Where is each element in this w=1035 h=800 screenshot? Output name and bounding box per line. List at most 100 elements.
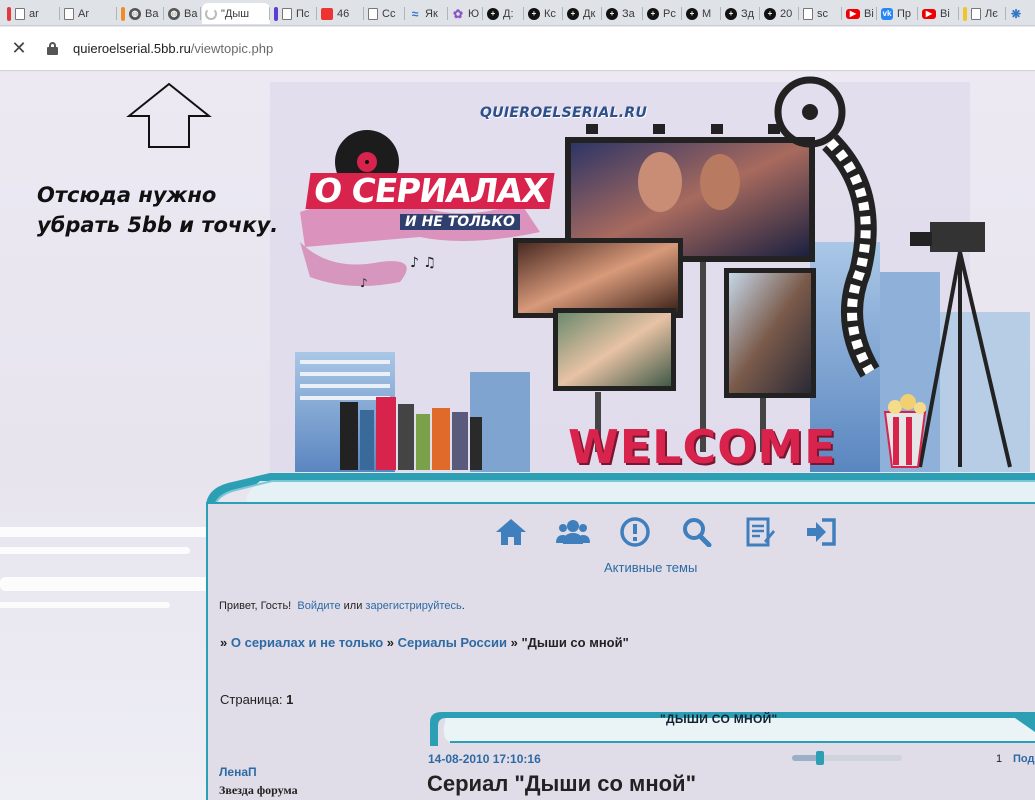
browser-tab[interactable]: Ar: [61, 3, 117, 24]
browser-tab[interactable]: ❋: [1007, 3, 1035, 24]
web-page: ♪ ♫ ♪ QUIEROELSERIAL.RU О СЕРИАЛАХ И НЕ …: [0, 72, 1035, 800]
author-rank: Звезда форума: [219, 783, 298, 797]
breadcrumb-forum-link[interactable]: О сериалах и не только: [231, 635, 383, 650]
document-icon: [64, 7, 74, 20]
background-streak: [0, 577, 215, 591]
browser-tab[interactable]: Пс: [271, 3, 317, 24]
globe-icon: ◍: [129, 7, 141, 20]
browser-tab[interactable]: Лє: [960, 3, 1006, 24]
document-icon: [971, 7, 981, 20]
register-icon[interactable]: [728, 516, 790, 548]
tab-separator: [642, 7, 643, 20]
tab-separator: [562, 7, 563, 20]
tab-label: Сс: [382, 7, 396, 20]
url-field[interactable]: quieroelserial.5bb.ru/viewtopic.php: [73, 41, 273, 56]
browser-tab[interactable]: + Дк: [564, 3, 602, 24]
tab-separator: [363, 7, 364, 20]
browser-tab[interactable]: +20: [761, 3, 799, 24]
browser-tab[interactable]: sc: [800, 3, 842, 24]
post-rating-slider[interactable]: [792, 751, 902, 765]
browser-tab[interactable]: ≈ Як: [406, 3, 448, 24]
youtube-icon: ▶: [846, 8, 860, 19]
site-name: QUIEROELSERIAL.RU: [480, 105, 648, 121]
home-icon[interactable]: [480, 516, 542, 548]
login-link[interactable]: Войдите: [297, 600, 340, 612]
tab-separator: [798, 7, 799, 20]
snowflake-icon: ❋: [1010, 6, 1022, 21]
site-logo-subtitle: И НЕ ТОЛЬКО: [400, 214, 520, 230]
tab-label: М: [702, 7, 712, 20]
tab-label: "Дыш: [221, 7, 250, 20]
breadcrumb-section-link[interactable]: Сериалы России: [398, 635, 507, 650]
browser-tab[interactable]: + За: [603, 3, 643, 24]
pagination-label: Страница:: [220, 692, 283, 707]
browser-tab[interactable]: "Дыш: [202, 3, 270, 24]
tab-label: Лє: [985, 7, 998, 20]
login-icon[interactable]: [790, 516, 852, 548]
document-icon: [368, 7, 378, 20]
site-logo[interactable]: О СЕРИАЛАХ: [305, 171, 555, 210]
tab-separator: [759, 7, 760, 20]
tab-label: 20: [780, 7, 793, 20]
tab-separator: [1005, 7, 1006, 20]
tab-separator: [316, 7, 317, 20]
browser-tab[interactable]: + Кс: [525, 3, 563, 24]
browser-tab[interactable]: ◍ Ba: [118, 3, 164, 24]
post-more-link[interactable]: Под: [1013, 753, 1034, 765]
active-topics-link[interactable]: Активные темы: [604, 560, 697, 575]
browser-tab[interactable]: ◍ Ba: [165, 3, 201, 24]
stop-loading-icon[interactable]: ✕: [10, 39, 28, 57]
breadcrumb: » О сериалах и не только » Сериалы Росси…: [220, 635, 629, 650]
browser-tab[interactable]: + М: [683, 3, 721, 24]
post-date-link[interactable]: 14-08-2010 17:10:16: [428, 752, 541, 766]
tab-label: Як: [425, 7, 438, 20]
browser-tab[interactable]: + Д:: [484, 3, 524, 24]
post-heading: Сериал "Дыши со мной": [427, 771, 697, 796]
plus-circle-icon: +: [725, 7, 737, 20]
tab-group-color: [963, 6, 967, 21]
tab-label: Ba: [145, 7, 159, 20]
browser-tab[interactable]: + Зд: [722, 3, 760, 24]
browser-tab[interactable]: ar: [4, 3, 60, 24]
plus-circle-icon: +: [567, 7, 579, 20]
browser-tab[interactable]: ▶ Ві: [843, 3, 877, 24]
document-icon: [803, 7, 813, 20]
url-domain: quieroelserial.5bb.ru: [73, 41, 191, 56]
browser-tab[interactable]: ▶ Ві: [919, 3, 959, 24]
tab-label: Ю: [468, 7, 480, 20]
tab-separator: [404, 7, 405, 20]
users-icon[interactable]: [542, 516, 604, 548]
annotation-line-1: Отсюда нужно: [37, 183, 217, 207]
tab-group-color: [121, 6, 125, 21]
tab-label: Дк: [583, 7, 596, 20]
browser-tab[interactable]: 46: [318, 3, 364, 24]
post-number: 1: [996, 753, 1003, 765]
tab-separator: [482, 7, 483, 20]
register-link[interactable]: зарегистрируйтесь: [365, 600, 461, 612]
browser-tab[interactable]: + Рс: [644, 3, 682, 24]
breadcrumb-separator: »: [386, 635, 395, 650]
browser-tab[interactable]: vk Пр: [878, 3, 918, 24]
rules-icon[interactable]: [604, 516, 666, 548]
tab-separator: [958, 7, 959, 20]
browser-tab-strip: ar Ar ◍ Ba ◍ Ba "Дыш Пс 46 Сс ≈ Як ✿ Ю + Д: + Кс + Дк + За + Рс…: [0, 0, 1035, 26]
greeting-or: или: [343, 600, 363, 612]
tab-separator: [841, 7, 842, 20]
tab-separator: [200, 7, 201, 20]
document-icon: [282, 7, 292, 20]
tab-separator: [917, 7, 918, 20]
search-icon[interactable]: [666, 516, 728, 548]
browser-tab[interactable]: Сс: [365, 3, 405, 24]
background-streak: [0, 547, 190, 554]
browser-tab[interactable]: ✿ Ю: [449, 3, 483, 24]
loading-icon: [205, 7, 217, 20]
breadcrumb-separator: »: [510, 635, 518, 650]
breadcrumb-current: "Дыши со мной": [521, 635, 629, 650]
topic-title: "ДЫШИ СО МНОЙ": [660, 712, 778, 726]
slider-handle[interactable]: [815, 751, 824, 765]
lock-icon[interactable]: [47, 42, 58, 56]
tab-label: Зд: [741, 7, 755, 20]
post-author-link[interactable]: ЛенаП: [219, 765, 257, 779]
url-path: /viewtopic.php: [190, 41, 274, 56]
tab-separator: [59, 7, 60, 20]
